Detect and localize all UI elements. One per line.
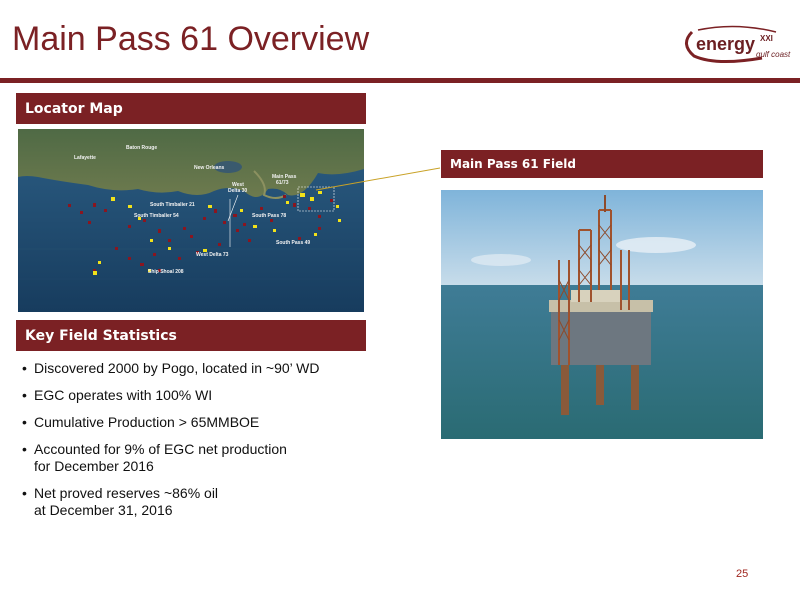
key-stats-list: • Discovered 2000 by Pogo, located in ~90… xyxy=(22,360,382,529)
key-stat-bullet: • Accounted for 9% of EGC net production f… xyxy=(22,441,382,475)
bullet-text-continued: for December 2016 xyxy=(34,458,154,474)
bullet-text: Cumulative Production > 65MMBOE xyxy=(34,414,260,430)
bullet-text: Accounted for 9% of EGC net production xyxy=(34,441,287,457)
bullet-text-continued: at December 31, 2016 xyxy=(34,502,173,518)
key-stat-bullet: • Cumulative Production > 65MMBOE xyxy=(22,414,260,430)
offshore-platform-image xyxy=(441,190,763,439)
page-number: 25 xyxy=(736,568,749,580)
platform-photo xyxy=(441,190,763,439)
bullet-text: Discovered 2000 by Pogo, located in ~90’… xyxy=(34,360,320,376)
key-stat-bullet: • Net proved reserves ~86% oil at December… xyxy=(22,485,382,519)
key-stats-header: Key Field Statistics xyxy=(16,320,366,351)
bullet-text: EGC operates with 100% WI xyxy=(34,387,213,403)
bullet-text: Net proved reserves ~86% oil xyxy=(34,485,219,501)
key-stat-bullet: • Discovered 2000 by Pogo, located in ~90… xyxy=(22,360,320,376)
field-photo-header: Main Pass 61 Field xyxy=(441,150,763,178)
key-stat-bullet: • EGC operates with 100% WI xyxy=(22,387,213,403)
